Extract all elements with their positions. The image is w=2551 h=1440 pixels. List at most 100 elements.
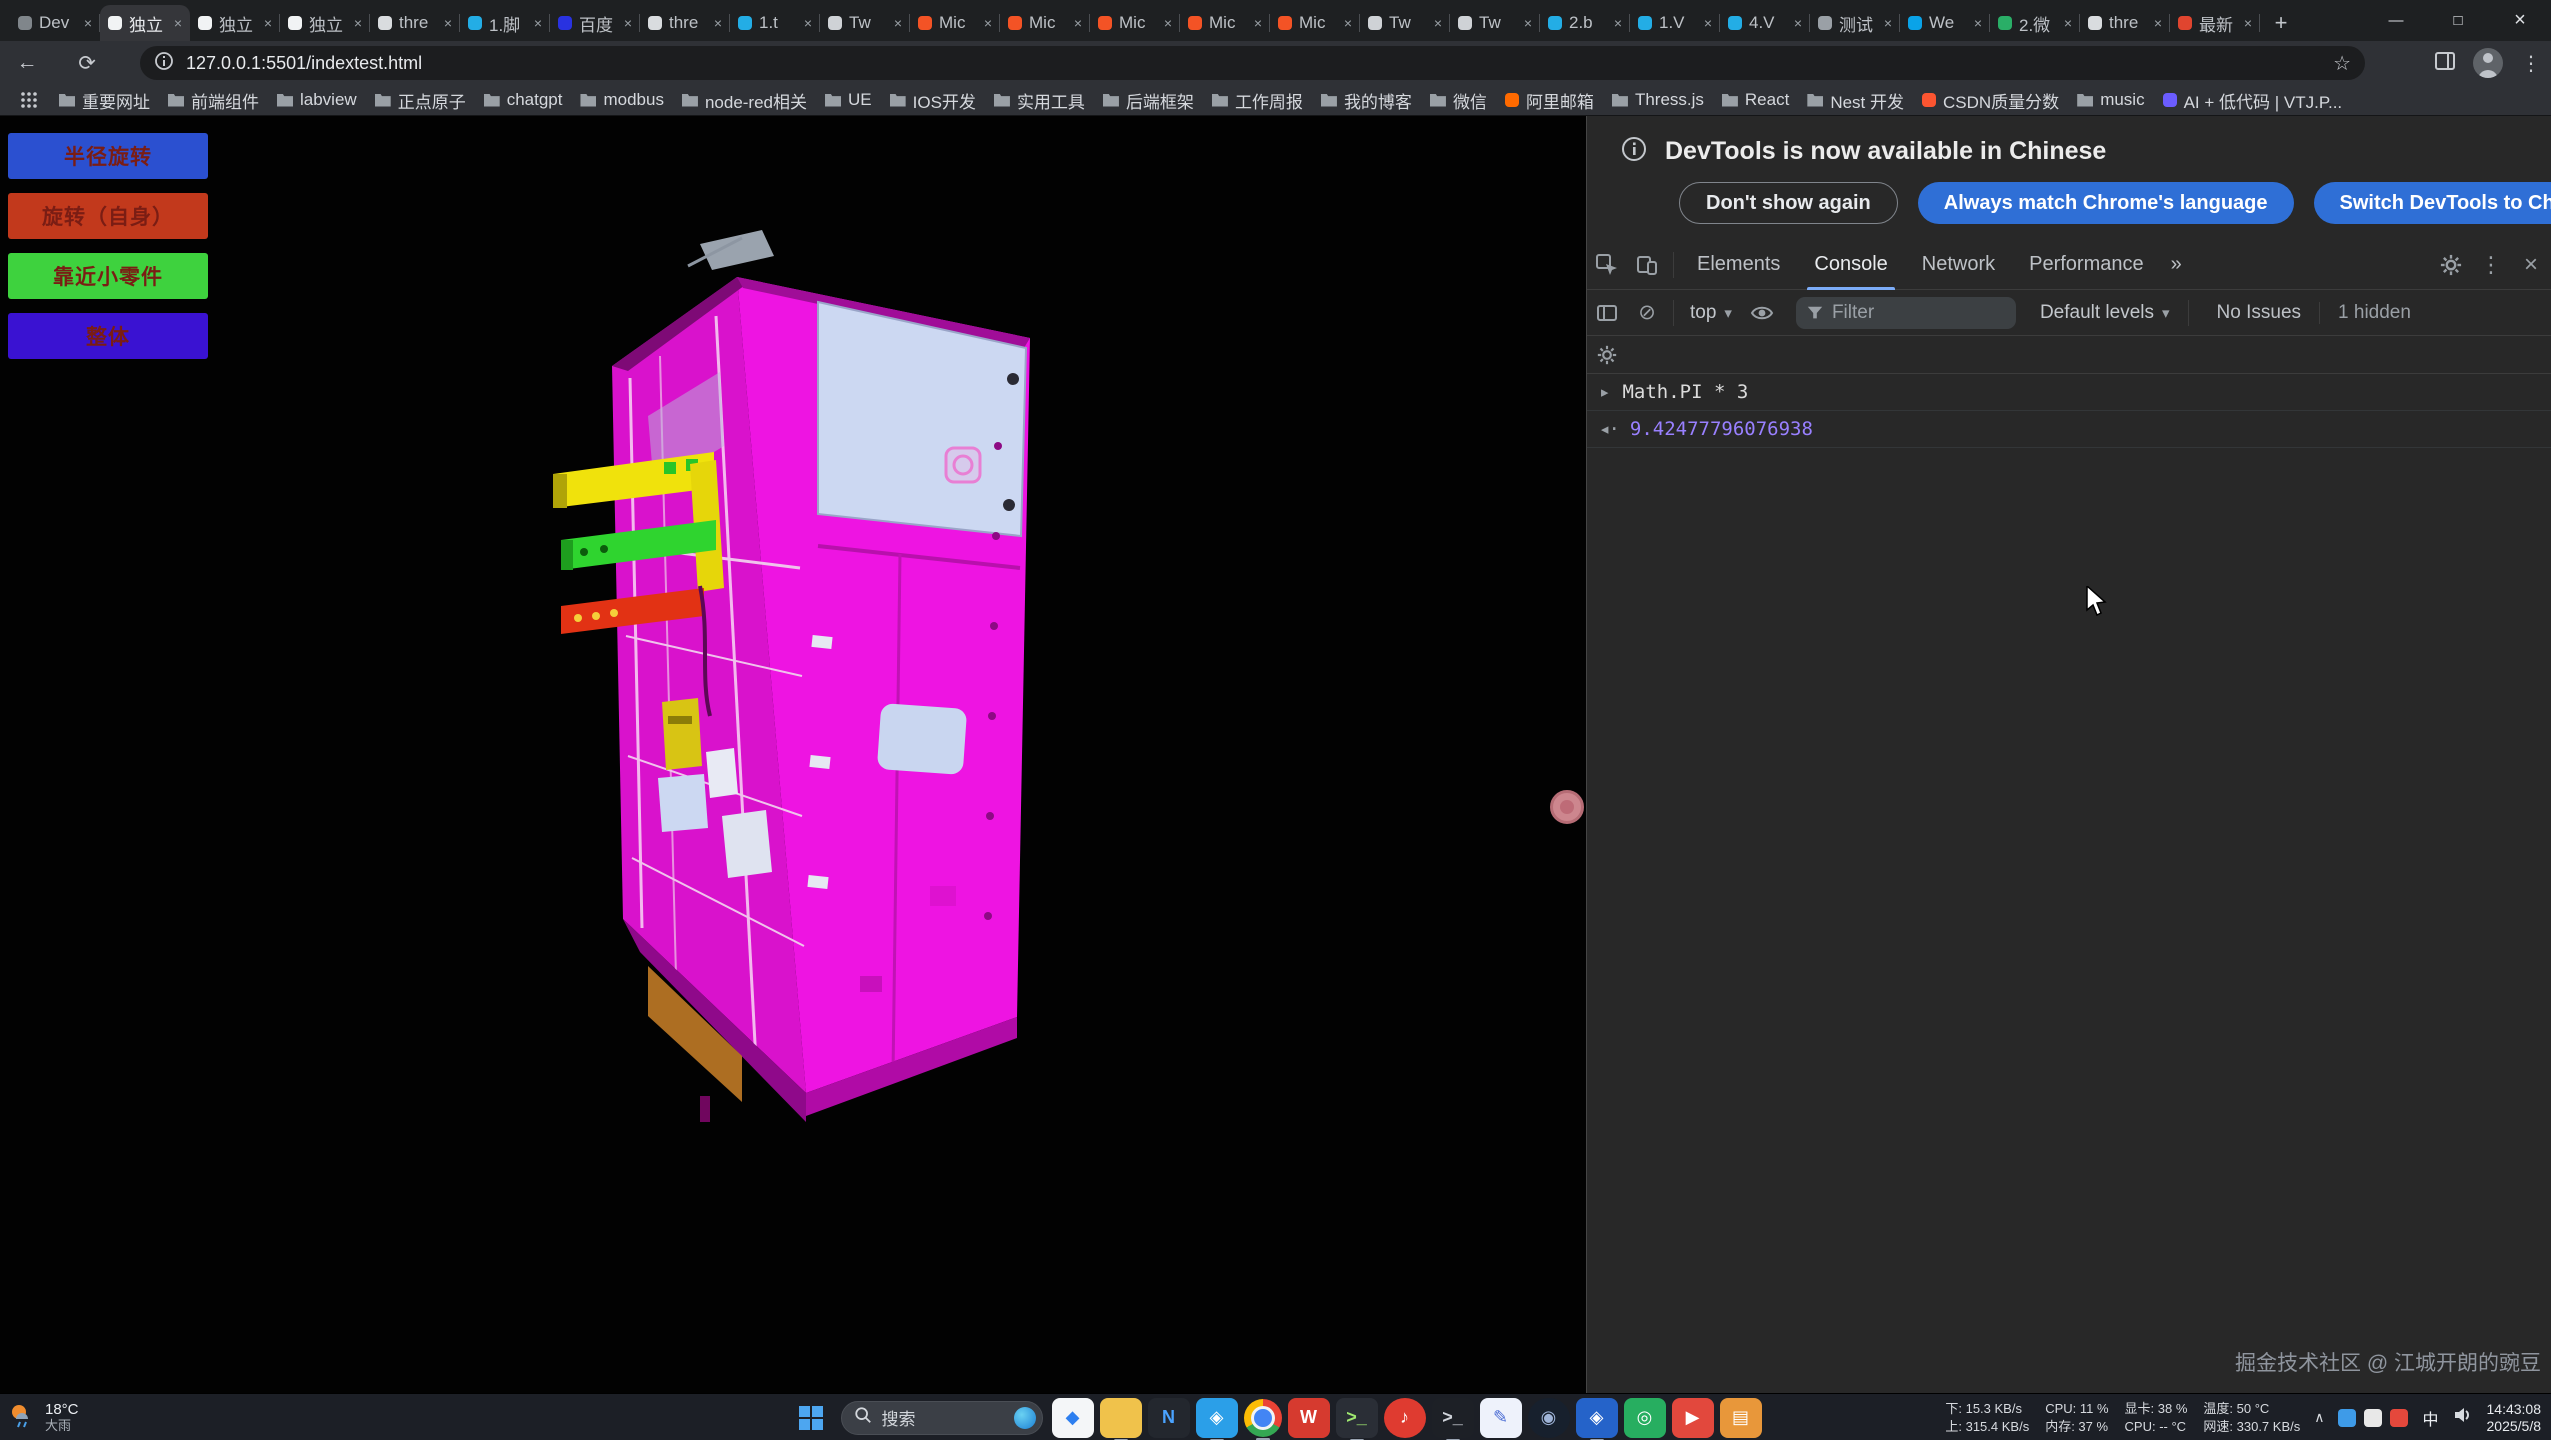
taskbar-app-icon[interactable]: ◆ [1052, 1398, 1094, 1438]
browser-tab[interactable]: 1.V [1630, 5, 1720, 41]
browser-tab[interactable]: 2.微 [1990, 5, 2080, 41]
bookmark-item[interactable]: React [1713, 87, 1798, 113]
volume-icon[interactable] [2453, 1405, 2473, 1430]
taskbar-app-icon[interactable] [1100, 1398, 1142, 1438]
bookmark-item[interactable]: 我的博客 [1312, 85, 1421, 116]
browser-menu-icon[interactable] [2519, 51, 2543, 76]
taskbar-app-icon[interactable]: ◉ [1528, 1398, 1570, 1438]
tab-close-icon[interactable] [1794, 15, 1802, 31]
browser-tab[interactable]: Mic [1000, 5, 1090, 41]
devtools-tab[interactable]: Performance [2012, 240, 2161, 290]
devtools-tab[interactable]: Network [1905, 240, 2012, 290]
expand-chevron-icon[interactable] [1599, 381, 1610, 403]
taskbar-app-icon[interactable]: ▶ [1672, 1398, 1714, 1438]
dont-show-again-button[interactable]: Don't show again [1679, 182, 1898, 224]
tab-close-icon[interactable] [714, 15, 722, 31]
browser-tab[interactable]: 最新 [2170, 5, 2260, 41]
tray-app-icon[interactable] [2390, 1409, 2408, 1427]
devtools-menu-icon[interactable] [2471, 245, 2511, 285]
clear-console-icon[interactable] [1627, 293, 1667, 333]
tab-close-icon[interactable] [1704, 15, 1712, 31]
profile-avatar[interactable] [2473, 48, 2503, 78]
window-maximize-button[interactable] [2427, 0, 2489, 40]
tab-close-icon[interactable] [174, 15, 182, 31]
tray-overflow-chevron-icon[interactable] [2314, 1409, 2324, 1426]
window-close-button[interactable] [2489, 0, 2551, 40]
browser-tab[interactable]: 独立 [280, 5, 370, 41]
bookmark-item[interactable]: music [2068, 87, 2153, 113]
taskbar-app-icon[interactable]: W [1288, 1398, 1330, 1438]
browser-tab[interactable]: 测试 [1810, 5, 1900, 41]
hidden-messages-count[interactable]: 1 hidden [2319, 302, 2411, 324]
bookmark-item[interactable]: IOS开发 [881, 85, 985, 116]
tray-app-icon[interactable] [2364, 1409, 2382, 1427]
browser-tab[interactable]: 4.V [1720, 5, 1810, 41]
taskbar-app-icon[interactable]: >_ [1432, 1398, 1474, 1438]
browser-tab[interactable]: Mic [910, 5, 1000, 41]
inspect-element-icon[interactable] [1587, 245, 1627, 285]
browser-tab[interactable]: thre [370, 5, 460, 41]
bookmark-item[interactable]: 微信 [1421, 85, 1496, 116]
camera-control-button[interactable]: 旋转（自身） [8, 193, 208, 239]
taskbar-app-icon[interactable]: ✎ [1480, 1398, 1522, 1438]
apps-grid-icon[interactable] [16, 87, 42, 113]
console-sidebar-icon[interactable] [1587, 293, 1627, 333]
tab-close-icon[interactable] [534, 15, 542, 31]
tab-close-icon[interactable] [1524, 15, 1532, 31]
bookmark-item[interactable]: labview [268, 87, 366, 113]
back-button[interactable] [8, 44, 46, 82]
browser-tab[interactable]: 独立 [100, 5, 190, 41]
issues-counter[interactable]: No Issues [2217, 302, 2301, 324]
camera-control-button[interactable]: 整体 [8, 313, 208, 359]
camera-control-button[interactable]: 半径旋转 [8, 133, 208, 179]
bookmark-item[interactable]: Thress.js [1603, 87, 1713, 113]
bookmark-item[interactable]: 正点原子 [366, 85, 475, 116]
taskbar-app-icon[interactable]: ▤ [1720, 1398, 1762, 1438]
bookmark-item[interactable]: UE [816, 87, 881, 113]
log-levels-dropdown[interactable]: Default levels [2040, 302, 2170, 324]
taskbar-app-icon[interactable]: ◈ [1576, 1398, 1618, 1438]
browser-tab[interactable]: 2.b [1540, 5, 1630, 41]
tab-close-icon[interactable] [984, 15, 992, 31]
console-result-row[interactable]: 9.42477796076938 [1587, 411, 2551, 448]
console-settings-gear-icon[interactable] [1587, 335, 1627, 375]
tab-close-icon[interactable] [804, 15, 812, 31]
devtools-settings-gear-icon[interactable] [2431, 245, 2471, 285]
bookmark-item[interactable]: AI + 低代码 | VTJ.P... [2154, 85, 2352, 116]
bookmark-item[interactable]: chatgpt [475, 87, 572, 113]
bookmark-item[interactable]: CSDN质量分数 [1913, 85, 2068, 116]
tab-close-icon[interactable] [1254, 15, 1262, 31]
more-tabs-icon[interactable] [2161, 253, 2192, 276]
address-bar[interactable]: 127.0.0.1:5501/indextest.html [140, 46, 2365, 80]
bookmark-item[interactable]: 工作周报 [1203, 85, 1312, 116]
tab-close-icon[interactable] [354, 15, 362, 31]
bookmark-item[interactable]: 阿里邮箱 [1496, 85, 1603, 116]
ime-indicator[interactable]: 中 [2422, 1406, 2438, 1430]
weather-widget[interactable]: 18°C 大雨 [8, 1394, 79, 1440]
window-minimize-button[interactable] [2365, 0, 2427, 40]
tab-close-icon[interactable] [84, 15, 92, 31]
threejs-viewport[interactable]: 半径旋转旋转（自身）靠近小零件整体 [0, 116, 1586, 1393]
tab-close-icon[interactable] [2154, 15, 2162, 31]
browser-tab[interactable]: 1.脚 [460, 5, 550, 41]
browser-tab[interactable]: Tw [1450, 5, 1540, 41]
new-tab-button[interactable] [2266, 8, 2296, 38]
tab-close-icon[interactable] [894, 15, 902, 31]
browser-tab[interactable]: Tw [1360, 5, 1450, 41]
bookmark-item[interactable]: 实用工具 [985, 85, 1094, 116]
devtools-tab[interactable]: Elements [1680, 240, 1797, 290]
cabinet-3d-model[interactable] [0, 116, 1586, 1393]
tab-close-icon[interactable] [624, 15, 632, 31]
taskbar-clock[interactable]: 14:43:08 2025/5/8 [2487, 1401, 2542, 1435]
search-highlights-icon[interactable] [1014, 1407, 1036, 1429]
tab-close-icon[interactable] [1884, 15, 1892, 31]
browser-tab[interactable]: Tw [820, 5, 910, 41]
browser-tab[interactable]: 1.t [730, 5, 820, 41]
browser-tab[interactable]: 独立 [190, 5, 280, 41]
tab-close-icon[interactable] [1614, 15, 1622, 31]
refresh-button[interactable] [68, 44, 106, 82]
taskbar-search-box[interactable]: 搜索 [841, 1401, 1043, 1435]
taskbar-app-icon[interactable]: ◈ [1196, 1398, 1238, 1438]
bookmark-item[interactable]: modbus [571, 87, 672, 113]
taskbar-app-icon[interactable]: ◎ [1624, 1398, 1666, 1438]
